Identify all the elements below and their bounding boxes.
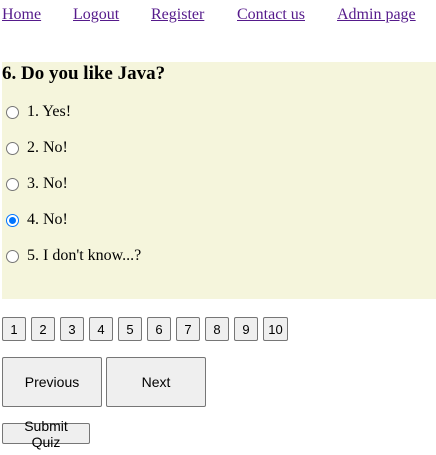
- answer-option-label: 3. No!: [27, 175, 68, 192]
- question-panel: 6. Do you like Java? 1. Yes! 2. No! 3. N…: [2, 62, 436, 299]
- radio-button[interactable]: [6, 177, 19, 191]
- next-button[interactable]: Next: [106, 357, 206, 407]
- page-button-5[interactable]: 5: [118, 317, 142, 341]
- answer-option-5[interactable]: 5. I don't know...?: [6, 246, 141, 266]
- answer-option-label: 2. No!: [27, 139, 68, 156]
- nav-link-contact-us[interactable]: Contact us: [237, 6, 305, 24]
- question-title: 6. Do you like Java?: [2, 63, 166, 84]
- answer-option-label: 1. Yes!: [27, 103, 72, 120]
- answer-option-label: 4. No!: [27, 211, 68, 228]
- page-button-1[interactable]: 1: [2, 317, 26, 341]
- page-button-6[interactable]: 6: [147, 317, 171, 341]
- page-button-3[interactable]: 3: [60, 317, 84, 341]
- answer-option-1[interactable]: 1. Yes!: [6, 102, 71, 122]
- page-button-7[interactable]: 7: [176, 317, 200, 341]
- page-button-4[interactable]: 4: [89, 317, 113, 341]
- page-button-10[interactable]: 10: [263, 317, 288, 341]
- radio-button[interactable]: [6, 213, 19, 227]
- answer-option-4[interactable]: 4. No!: [6, 210, 68, 230]
- nav-link-home[interactable]: Home: [2, 6, 41, 24]
- answer-option-label: 5. I don't know...?: [27, 247, 142, 264]
- nav-link-register[interactable]: Register: [151, 6, 204, 24]
- answer-option-2[interactable]: 2. No!: [6, 138, 68, 158]
- answer-option-3[interactable]: 3. No!: [6, 174, 68, 194]
- radio-button[interactable]: [6, 105, 19, 119]
- radio-button[interactable]: [6, 141, 19, 155]
- previous-button[interactable]: Previous: [2, 357, 102, 407]
- page-button-9[interactable]: 9: [234, 317, 258, 341]
- page-button-2[interactable]: 2: [31, 317, 55, 341]
- radio-button[interactable]: [6, 249, 19, 263]
- nav-link-admin-page[interactable]: Admin page: [337, 6, 416, 24]
- submit-quiz-button[interactable]: Submit Quiz: [2, 418, 90, 450]
- nav-link-logout[interactable]: Logout: [73, 6, 119, 24]
- page-button-8[interactable]: 8: [205, 317, 229, 341]
